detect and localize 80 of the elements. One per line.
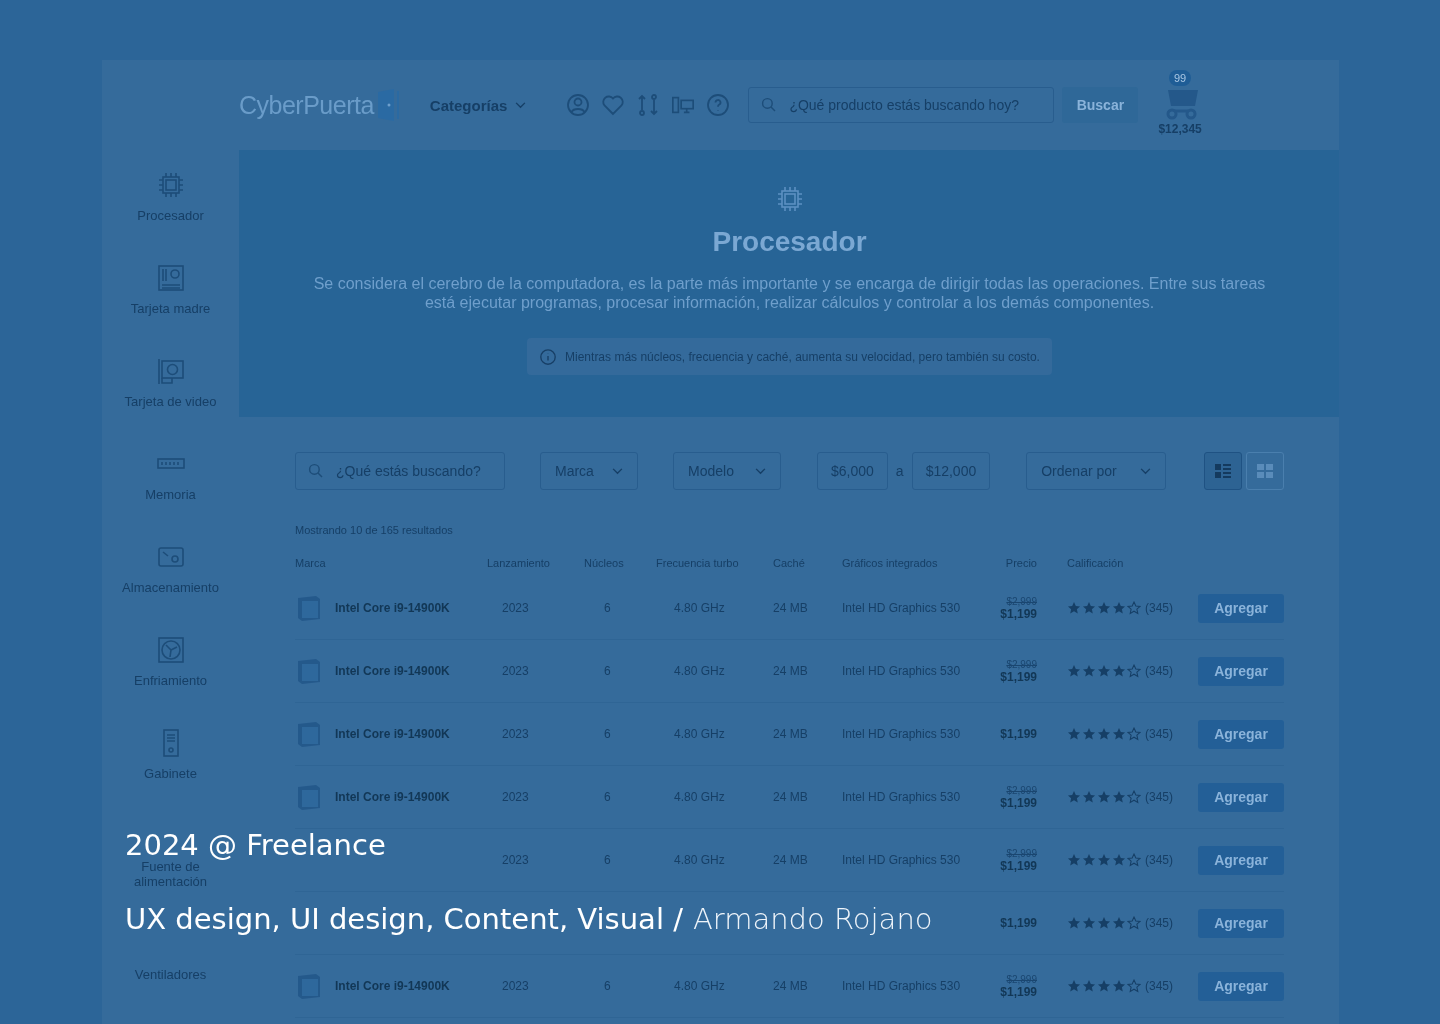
grid-view-icon [1257, 464, 1273, 478]
price: $1,199 [1000, 669, 1037, 684]
list-view-icon [1215, 464, 1231, 478]
user-icon[interactable] [566, 93, 591, 117]
info-icon [539, 347, 558, 366]
star-icon [1082, 790, 1096, 804]
star-icon [1067, 916, 1081, 930]
price: $1,199 [1000, 727, 1037, 741]
star-icon [1082, 853, 1096, 867]
star-icon [1112, 916, 1126, 930]
empty-star-icon [1127, 601, 1141, 615]
add-button[interactable]: Agregar [1198, 908, 1284, 938]
product-name[interactable]: Intel Core i9-14900K [335, 664, 450, 678]
add-button[interactable]: Agregar [1198, 719, 1284, 749]
star-icon [1082, 979, 1096, 993]
graphics-card-icon [155, 356, 186, 386]
star-icon [1097, 853, 1111, 867]
search-icon [308, 463, 324, 479]
chevron-down-icon [515, 101, 527, 109]
chevron-down-icon [755, 467, 766, 475]
star-icon [1112, 853, 1126, 867]
star-icon [1097, 790, 1111, 804]
star-icon [1067, 601, 1081, 615]
chevron-down-icon [1140, 467, 1152, 475]
cart-badge: 99 [1168, 70, 1192, 86]
empty-star-icon [1127, 853, 1141, 867]
star-icon [1112, 979, 1126, 993]
search-icon [761, 97, 778, 113]
star-icon [1067, 727, 1081, 741]
star-icon [1112, 790, 1126, 804]
price: $1,199 [1000, 606, 1037, 621]
caption-author: Armando Rojano [692, 902, 933, 936]
empty-star-icon [1127, 664, 1141, 678]
star-icon [1097, 664, 1111, 678]
compare-icon[interactable] [636, 93, 661, 117]
star-icon [1082, 916, 1096, 930]
price: $1,199 [1000, 795, 1037, 810]
star-icon [1097, 979, 1111, 993]
add-button[interactable]: Agregar [1198, 782, 1284, 812]
list-view-button[interactable] [1204, 452, 1242, 490]
help-icon[interactable] [706, 93, 731, 117]
fan-icon [155, 635, 186, 665]
empty-star-icon [1127, 916, 1141, 930]
empty-star-icon [1127, 979, 1141, 993]
add-button[interactable]: Agregar [1198, 845, 1284, 875]
star-icon [1067, 664, 1081, 678]
star-icon [1112, 727, 1126, 741]
door-icon [375, 88, 400, 122]
price: $1,199 [1000, 858, 1037, 873]
empty-star-icon [1127, 790, 1141, 804]
empty-star-icon [1127, 727, 1141, 741]
heart-icon[interactable] [601, 93, 626, 117]
hero-description: Se considera el cerebro de la computadora, es la parte más importante y se encarga de dirigir todas las operaciones. Entre sus tareas está ejecutar programas, procesar información, realizar cálculos y controlar a los demás componentes. [312, 274, 1267, 312]
product-name[interactable]: Intel Core i9-14900K [335, 727, 450, 741]
caption-title: 2024 @ Freelance [125, 828, 386, 862]
product-name[interactable]: Intel Core i9-14900K [335, 601, 450, 615]
price: $1,199 [1000, 984, 1037, 999]
star-icon [1112, 601, 1126, 615]
caption-roles: UX design, UI design, Content, Visual / [125, 902, 683, 936]
add-button[interactable]: Agregar [1198, 971, 1284, 1001]
star-icon [1067, 790, 1081, 804]
add-button[interactable]: Agregar [1198, 593, 1284, 623]
star-icon [1097, 916, 1111, 930]
chevron-down-icon [612, 467, 623, 475]
search-button[interactable]: Buscar [1062, 87, 1139, 123]
grid-view-button[interactable] [1246, 452, 1284, 490]
price: $1,199 [1000, 916, 1037, 930]
star-icon [1097, 727, 1111, 741]
hero-title: Procesador [712, 226, 867, 258]
star-icon [1082, 727, 1096, 741]
star-icon [1097, 601, 1111, 615]
star-icon [1067, 853, 1081, 867]
add-button[interactable]: Agregar [1198, 656, 1284, 686]
star-icon [1067, 979, 1081, 993]
star-icon [1082, 664, 1096, 678]
star-icon [1082, 601, 1096, 615]
product-name[interactable]: Intel Core i9-14900K [335, 790, 450, 804]
product-name[interactable]: Intel Core i9-14900K [335, 979, 450, 993]
star-icon [1112, 664, 1126, 678]
motherboard-icon [155, 263, 186, 293]
